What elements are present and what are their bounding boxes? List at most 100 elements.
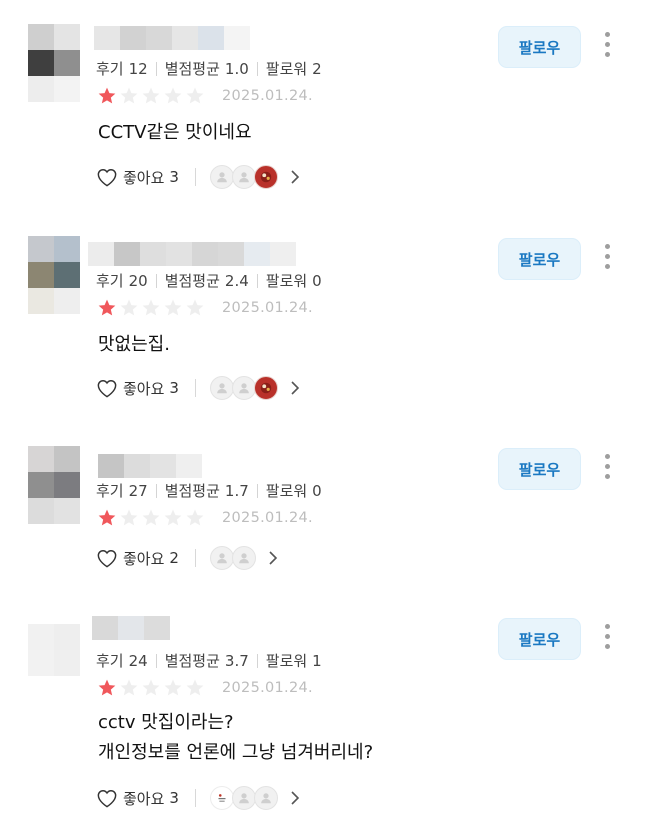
review-text: CCTV같은 맛이네요 [98,118,252,148]
user-silhouette-icon [217,553,227,564]
review-text-line: 개인정보를 언론에 그냥 넘겨버리네? [98,742,374,763]
star-icon [120,679,138,696]
reviewer-stats: 후기 24 별점평균 3.7 팔로워 1 [96,650,322,671]
username-blurred[interactable] [98,454,202,478]
reviews-label: 후기 [96,60,124,78]
star-icon [98,87,116,104]
user-silhouette-icon [239,553,249,564]
review-count: 20 [128,271,148,290]
star-icon [120,509,138,526]
heart-outline-icon[interactable] [96,378,118,398]
divider [194,168,196,186]
review-text-line: cctv 맛집이라는? [98,712,234,733]
liker-avatar[interactable] [231,376,256,400]
more-vertical-icon[interactable] [597,30,617,58]
user-silhouette-icon [239,383,249,394]
like-label[interactable]: 좋아요 [123,788,164,809]
reviews-label: 후기 [96,482,124,500]
star-icon [98,679,116,696]
star-icon [164,679,182,696]
followers-label: 팔로워 [265,60,308,78]
follow-button[interactable]: 팔로우 [498,618,581,660]
liker-avatar[interactable] [209,546,234,570]
like-label[interactable]: 좋아요 [123,548,164,569]
divider [155,653,157,668]
review-count: 12 [128,59,148,78]
follow-button[interactable]: 팔로우 [498,26,581,68]
avg-rating-label: 별점평균 [164,272,220,290]
star-icon [120,87,138,104]
liker-avatar[interactable] [231,786,256,810]
heart-outline-icon[interactable] [96,548,118,568]
divider [194,789,196,807]
food-photo-icon [260,171,272,183]
like-count: 3 [169,168,179,186]
star-icon [186,299,204,316]
star-icon [186,87,204,104]
liker-avatar[interactable] [253,376,278,400]
chevron-right-icon[interactable] [288,380,302,396]
review-text: cctv 맛집이라는? 개인정보를 언론에 그냥 넘겨버리네? [98,708,373,768]
follower-count: 0 [312,271,322,290]
review-date: 2025.01.24. [222,680,313,696]
reviews-label: 후기 [96,652,124,670]
user-silhouette-icon [217,383,227,394]
user-silhouette-icon [217,172,227,183]
star-icon [142,87,160,104]
avatar[interactable] [28,446,80,524]
reviewer-stats: 후기 20 별점평균 2.4 팔로워 0 [96,270,322,291]
star-icon [142,509,160,526]
follower-count: 2 [312,59,322,78]
follow-button[interactable]: 팔로우 [498,238,581,280]
avatar[interactable] [28,236,80,314]
followers-label: 팔로워 [265,272,308,290]
more-vertical-icon[interactable] [597,452,617,480]
username-blurred[interactable] [92,616,170,640]
liker-avatar[interactable] [209,786,234,810]
liker-avatar[interactable] [253,786,278,810]
avg-rating: 2.4 [224,271,249,290]
user-silhouette-icon [261,793,271,804]
liker-avatar[interactable] [209,376,234,400]
follow-button[interactable]: 팔로우 [498,448,581,490]
star-icon [98,509,116,526]
more-vertical-icon[interactable] [597,242,617,270]
star-icon [142,299,160,316]
divider [256,483,258,498]
avg-rating-label: 별점평균 [164,652,220,670]
divider [155,273,157,288]
avg-rating: 1.7 [224,481,249,500]
star-icon [142,679,160,696]
liker-avatar[interactable] [231,546,256,570]
like-label[interactable]: 좋아요 [123,167,164,188]
reviewer-stats: 후기 27 별점평균 1.7 팔로워 0 [96,480,322,501]
liker-avatar[interactable] [231,165,256,189]
heart-outline-icon[interactable] [96,167,118,187]
like-label[interactable]: 좋아요 [123,378,164,399]
review-actions: 좋아요 3 [96,374,302,402]
avatar[interactable] [28,24,80,102]
divider [256,653,258,668]
divider [194,379,196,397]
liker-avatar[interactable] [253,165,278,189]
liker-avatar[interactable] [209,165,234,189]
more-vertical-icon[interactable] [597,622,617,650]
review-actions: 좋아요 2 [96,544,280,572]
star-rating: 2025.01.24. [96,508,313,528]
like-count: 2 [169,549,179,567]
star-rating: 2025.01.24. [96,86,313,106]
review-text: 맛없는집. [98,330,170,360]
review-count: 27 [128,481,148,500]
avatar[interactable] [28,624,80,702]
followers-label: 팔로워 [265,652,308,670]
chevron-right-icon[interactable] [266,550,280,566]
divider [155,61,157,76]
chevron-right-icon[interactable] [288,790,302,806]
chevron-right-icon[interactable] [288,169,302,185]
username-blurred[interactable] [88,242,296,266]
heart-outline-icon[interactable] [96,788,118,808]
star-icon [164,87,182,104]
avg-rating-label: 별점평균 [164,482,220,500]
username-blurred[interactable] [94,26,250,50]
food-photo-icon [260,382,272,394]
